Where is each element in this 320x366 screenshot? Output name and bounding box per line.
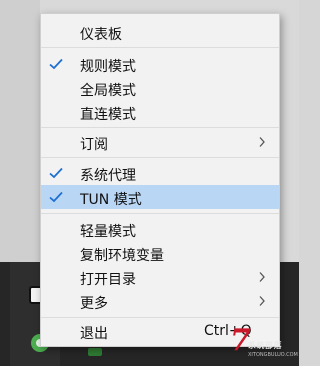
menu-item-label: 仪表板 (80, 27, 122, 43)
watermark-text: 系统部落 (248, 341, 282, 350)
menu-item-label: 系统代理 (80, 168, 136, 184)
menu-item-label: 打开目录 (80, 272, 136, 288)
chevron-right-icon (259, 137, 265, 147)
menu-item-copy-env[interactable]: 复制环境变量 (41, 241, 279, 265)
menu-item-label: 直连模式 (80, 107, 136, 123)
menu-item-more[interactable]: 更多 (41, 289, 279, 313)
menu-item-dashboard[interactable]: 仪表板 (41, 20, 279, 44)
check-icon (49, 58, 63, 70)
watermark-subtext: XITONGBULUO.COM (248, 352, 298, 358)
menu-separator (41, 157, 279, 158)
menu-item-direct-mode[interactable]: 直连模式 (41, 100, 279, 124)
check-icon (49, 191, 63, 203)
watermark-logo: 7 系统部落 XITONGBULUO.COM (230, 326, 298, 364)
menu-item-label: 规则模式 (80, 59, 136, 75)
menu-item-system-proxy[interactable]: 系统代理 (41, 161, 279, 185)
menu-item-label: 更多 (80, 296, 108, 312)
menu-item-rule-mode[interactable]: 规则模式 (41, 52, 279, 76)
menu-item-open-dir[interactable]: 打开目录 (41, 265, 279, 289)
menu-item-label: 退出 (80, 326, 108, 342)
menu-item-label: TUN 模式 (80, 192, 142, 208)
menu-item-label: 订阅 (80, 137, 108, 153)
check-icon (49, 167, 63, 179)
menu-separator (41, 127, 279, 128)
chevron-right-icon (259, 272, 265, 282)
menu-separator (41, 213, 279, 214)
chevron-right-icon (259, 296, 265, 306)
menu-item-global-mode[interactable]: 全局模式 (41, 76, 279, 100)
tray-context-menu: 仪表板 规则模式 全局模式 直连模式 订阅 系统代理 TUN 模式 轻量模式 复… (40, 13, 280, 347)
menu-separator (41, 47, 279, 48)
tray-small-icon[interactable] (88, 348, 102, 356)
menu-separator (41, 317, 279, 318)
menu-item-subscriptions[interactable]: 订阅 (41, 130, 279, 154)
menu-item-tun-mode[interactable]: TUN 模式 (41, 185, 279, 209)
menu-item-label: 复制环境变量 (80, 248, 164, 264)
desktop-left-strip (0, 0, 40, 262)
menu-item-label: 全局模式 (80, 83, 136, 99)
menu-item-light-mode[interactable]: 轻量模式 (41, 217, 279, 241)
menu-item-label: 轻量模式 (80, 224, 136, 240)
